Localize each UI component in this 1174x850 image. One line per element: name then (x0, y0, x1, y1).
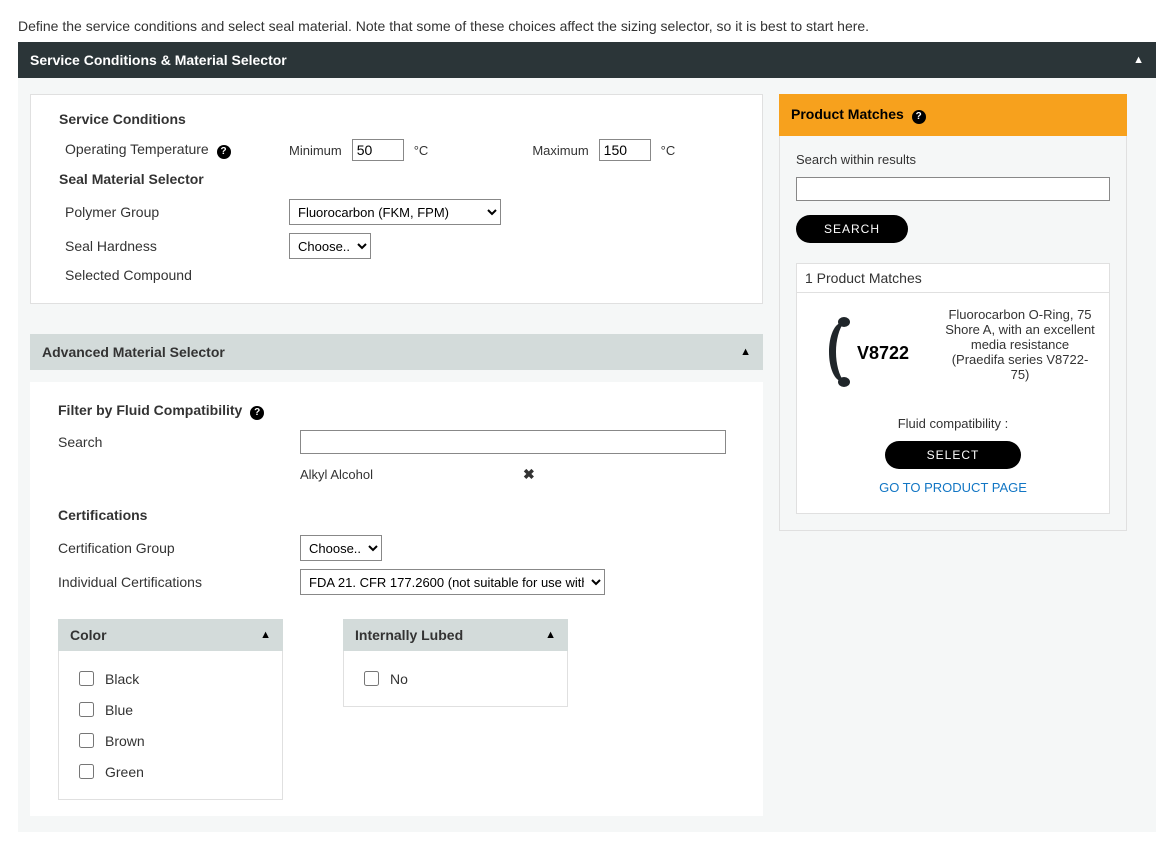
go-to-product-link[interactable]: GO TO PRODUCT PAGE (879, 480, 1027, 495)
search-within-input[interactable] (796, 177, 1110, 201)
product-matches-title: Product Matches (791, 106, 904, 122)
select-product-button[interactable]: SELECT (885, 441, 1022, 469)
color-option-label: Blue (105, 702, 133, 718)
color-facet: Color ▲ Black Blue (58, 619, 283, 800)
individual-cert-select[interactable]: FDA 21. CFR 177.2600 (not suitable for u… (300, 569, 605, 595)
advanced-title: Advanced Material Selector (42, 344, 225, 360)
color-facet-title: Color (70, 627, 107, 643)
help-icon[interactable]: ? (912, 110, 926, 124)
lubed-option[interactable]: No (358, 663, 553, 694)
help-icon[interactable]: ? (250, 406, 264, 420)
product-description: Fluorocarbon O-Ring, 75 Shore A, with an… (943, 307, 1097, 382)
certifications-heading: Certifications (58, 507, 747, 523)
help-icon[interactable]: ? (217, 145, 231, 159)
product-match-card: V8722 Fluorocarbon O-Ring, 75 Shore A, w… (796, 293, 1110, 514)
lubed-checkbox[interactable] (364, 671, 379, 686)
min-temp-input[interactable] (352, 139, 404, 161)
fluid-chip: Alkyl Alcohol (300, 467, 373, 482)
max-unit: °C (661, 143, 676, 158)
color-option[interactable]: Green (73, 756, 268, 787)
cert-group-select[interactable]: Choose... (300, 535, 382, 561)
chevron-up-icon: ▲ (1133, 54, 1144, 66)
search-button[interactable]: SEARCH (796, 215, 908, 243)
main-panel-header[interactable]: Service Conditions & Material Selector ▲ (18, 42, 1156, 78)
color-facet-header[interactable]: Color ▲ (58, 619, 283, 651)
color-checkbox[interactable] (79, 671, 94, 686)
individual-cert-label: Individual Certifications (58, 574, 300, 590)
seal-hardness-label: Seal Hardness (59, 238, 289, 254)
intro-text: Define the service conditions and select… (18, 18, 1156, 34)
color-option[interactable]: Brown (73, 725, 268, 756)
product-matches-header: Product Matches ? (779, 94, 1127, 136)
fluid-search-input[interactable] (300, 430, 726, 454)
filter-fluid-heading: Filter by Fluid Compatibility (58, 402, 242, 418)
matches-count: 1 Product Matches (796, 263, 1110, 293)
maximum-label: Maximum (532, 143, 588, 158)
color-option[interactable]: Blue (73, 694, 268, 725)
chevron-up-icon: ▲ (545, 629, 556, 641)
lubed-facet: Internally Lubed ▲ No (343, 619, 568, 800)
color-checkbox[interactable] (79, 764, 94, 779)
advanced-header[interactable]: Advanced Material Selector ▲ (30, 334, 763, 370)
service-conditions-heading: Service Conditions (59, 111, 746, 127)
svg-text:V8722: V8722 (857, 343, 909, 363)
color-checkbox[interactable] (79, 702, 94, 717)
color-checkbox[interactable] (79, 733, 94, 748)
polymer-group-select[interactable]: Fluorocarbon (FKM, FPM) (289, 199, 501, 225)
minimum-label: Minimum (289, 143, 342, 158)
operating-temp-label: Operating Temperature (65, 141, 209, 157)
lubed-option-label: No (390, 671, 408, 687)
polymer-group-label: Polymer Group (59, 204, 289, 220)
chevron-up-icon: ▲ (740, 346, 751, 358)
main-panel-title: Service Conditions & Material Selector (30, 52, 287, 68)
color-option-label: Green (105, 764, 144, 780)
selected-compound-label: Selected Compound (59, 267, 289, 283)
seal-material-heading: Seal Material Selector (59, 171, 746, 187)
remove-chip-icon[interactable]: ✖ (523, 466, 535, 483)
fluid-search-label: Search (58, 434, 300, 450)
chevron-up-icon: ▲ (260, 629, 271, 641)
fluid-compat-label: Fluid compatibility : (809, 416, 1097, 431)
color-option-label: Brown (105, 733, 145, 749)
seal-hardness-select[interactable]: Choose... (289, 233, 371, 259)
service-conditions-card: Service Conditions Operating Temperature… (30, 94, 763, 304)
max-temp-input[interactable] (599, 139, 651, 161)
color-option-label: Black (105, 671, 139, 687)
product-image: V8722 (809, 307, 929, 400)
cert-group-label: Certification Group (58, 540, 300, 556)
lubed-facet-title: Internally Lubed (355, 627, 463, 643)
lubed-facet-header[interactable]: Internally Lubed ▲ (343, 619, 568, 651)
color-option[interactable]: Black (73, 663, 268, 694)
min-unit: °C (414, 143, 429, 158)
search-within-label: Search within results (796, 152, 1110, 167)
